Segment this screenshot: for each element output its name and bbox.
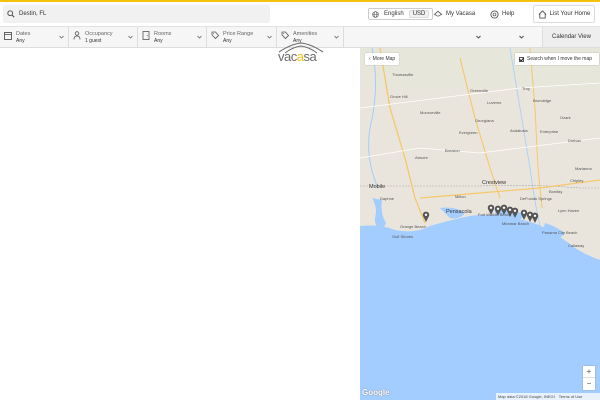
chevron-down-icon bbox=[128, 35, 133, 39]
map-label: Callaway bbox=[568, 243, 585, 248]
chevron-down-icon[interactable] bbox=[476, 35, 481, 39]
map-label: Ozark bbox=[560, 115, 571, 120]
search-icon bbox=[7, 10, 15, 18]
chevron-down-icon bbox=[334, 35, 339, 39]
map-label: Panama City Beach bbox=[542, 230, 578, 235]
chevron-down-icon bbox=[197, 35, 202, 39]
filter-label: Price Range bbox=[223, 31, 254, 37]
header: Destin, FL English USD My Vacasa Help Li… bbox=[0, 2, 600, 27]
more-map-label: More Map bbox=[372, 56, 396, 62]
filter-label: Dates bbox=[16, 31, 31, 37]
map-label: DeFuniak Springs bbox=[520, 196, 552, 201]
attribution-text: Map data ©2018 Google, INEGI bbox=[498, 394, 555, 399]
map-label: Gulf Shores bbox=[392, 234, 414, 239]
map-label: Grove Hill bbox=[390, 94, 408, 99]
house-icon bbox=[433, 10, 443, 17]
map[interactable]: Thomasville Grove Hill Greenville Troy B… bbox=[360, 48, 600, 400]
my-vacasa-label: My Vacasa bbox=[446, 11, 476, 17]
currency-label: USD bbox=[408, 10, 430, 18]
language-selector[interactable]: English USD bbox=[368, 7, 434, 21]
map-label: Evergreen bbox=[459, 130, 478, 135]
map-label: Bonifay bbox=[549, 189, 563, 194]
home-icon bbox=[538, 9, 547, 19]
filter-value: Any bbox=[154, 38, 163, 44]
search-when-move-checkbox[interactable]: Search when I move the map bbox=[515, 53, 599, 65]
map-label: Thomasville bbox=[392, 72, 414, 77]
zoom-control: + − bbox=[583, 366, 595, 390]
map-label: Andalusia bbox=[510, 128, 528, 133]
filter-label: Amenities bbox=[293, 31, 318, 37]
filter-value: Any bbox=[223, 38, 232, 44]
calendar-icon bbox=[4, 32, 12, 40]
map-label: Marianna bbox=[575, 166, 592, 171]
language-label: English bbox=[384, 11, 404, 17]
map-label: Atmore bbox=[415, 155, 428, 160]
map-label: Brundidge bbox=[533, 98, 552, 103]
map-label: Georgiana bbox=[475, 118, 494, 123]
filter-rooms[interactable]: Rooms Any bbox=[138, 27, 207, 47]
search-input[interactable]: Destin, FL bbox=[3, 5, 270, 23]
person-icon bbox=[73, 31, 81, 40]
help-icon bbox=[490, 9, 499, 19]
map-attribution: Map data ©2018 Google, INEGI Terms of Us… bbox=[496, 393, 600, 400]
help-label: Help bbox=[502, 11, 515, 17]
checkbox-checked-icon bbox=[519, 56, 524, 62]
map-label: Lynn Haven bbox=[558, 208, 580, 213]
map-label: Daphne bbox=[380, 196, 395, 201]
terms-link[interactable]: Terms of Use bbox=[559, 394, 583, 399]
map-label: Pensacola bbox=[446, 209, 472, 215]
filter-price-range[interactable]: Price Range Any bbox=[207, 27, 277, 47]
map-pin[interactable] bbox=[531, 212, 539, 223]
map-label: Milton bbox=[455, 194, 466, 199]
map-label: Orange Beach bbox=[400, 224, 426, 229]
logo-text: vacasa bbox=[278, 49, 317, 64]
tag-icon bbox=[281, 31, 289, 40]
calendar-view-button[interactable]: Calendar View bbox=[542, 27, 600, 47]
filter-label: Rooms bbox=[154, 31, 172, 37]
map-canvas bbox=[360, 48, 600, 400]
my-vacasa-link[interactable]: My Vacasa bbox=[433, 7, 475, 21]
help-link[interactable]: Help bbox=[490, 7, 514, 21]
chevron-down-icon bbox=[59, 35, 64, 39]
search-when-move-label: Search when I move the map bbox=[527, 56, 593, 62]
filter-value: 1 guest bbox=[85, 38, 102, 44]
door-icon bbox=[142, 31, 150, 40]
map-label: Mobile bbox=[369, 184, 386, 190]
map-label: Chipley bbox=[570, 178, 584, 183]
filter-occupancy[interactable]: Occupancy 1 guest bbox=[69, 27, 138, 47]
map-label: Brewton bbox=[445, 148, 460, 153]
list-home-label: List Your Home bbox=[549, 11, 591, 17]
map-label: Enterprise bbox=[540, 129, 559, 134]
search-value: Destin, FL bbox=[19, 11, 47, 17]
filter-dates[interactable]: Dates Any bbox=[0, 27, 69, 47]
chevron-left-icon: ‹ bbox=[369, 56, 371, 62]
zoom-in-button[interactable]: + bbox=[583, 366, 595, 378]
map-label: Greenville bbox=[470, 88, 489, 93]
google-logo: Google bbox=[362, 388, 390, 397]
chevron-down-icon[interactable] bbox=[519, 35, 524, 39]
more-map-button[interactable]: ‹ More Map bbox=[365, 53, 400, 65]
map-label: Troy bbox=[522, 86, 530, 91]
filter-label: Occupancy bbox=[85, 31, 113, 37]
price-tag-icon bbox=[211, 31, 219, 40]
globe-icon bbox=[372, 10, 379, 18]
list-your-home-button[interactable]: List Your Home bbox=[533, 5, 595, 23]
map-label: Monroeville bbox=[420, 110, 441, 115]
map-label: Luverne bbox=[487, 100, 502, 105]
vacasa-logo: vacasa bbox=[277, 42, 325, 64]
map-label: Dothan bbox=[568, 138, 581, 143]
zoom-out-button[interactable]: − bbox=[583, 378, 595, 390]
chevron-down-icon bbox=[267, 35, 272, 39]
map-pin[interactable] bbox=[422, 211, 430, 222]
map-pin[interactable] bbox=[511, 207, 519, 218]
filter-value: Any bbox=[16, 38, 25, 44]
map-label: Crestview bbox=[482, 180, 507, 186]
